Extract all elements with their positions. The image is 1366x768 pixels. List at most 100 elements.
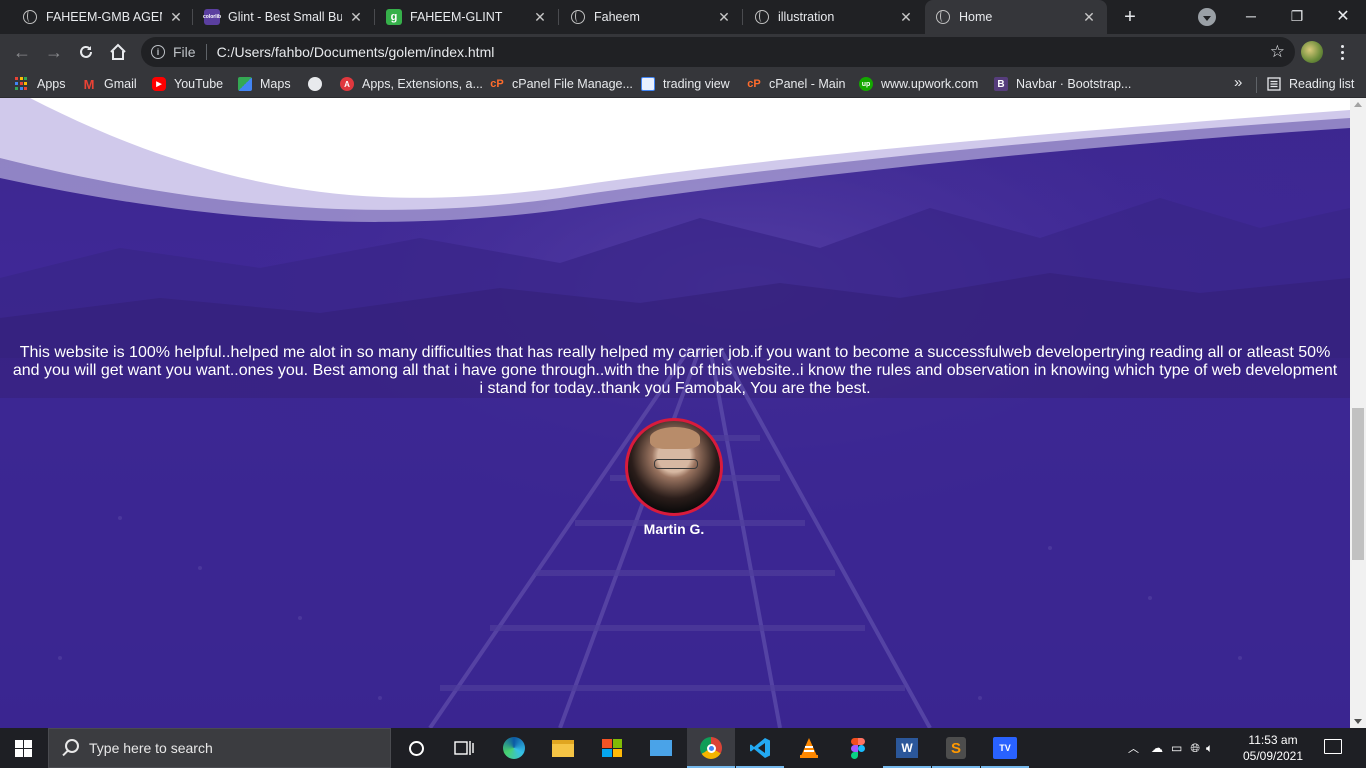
tab-strip: FAHEEM-GMB AGENCY ✕ colorlib Glint - Bes… [0, 0, 1366, 34]
store-icon[interactable] [598, 734, 626, 762]
bookmark-adobe-apps[interactable]: A Apps, Extensions, a... [340, 74, 483, 94]
taskbar-search-input[interactable]: Type here to search [48, 728, 391, 768]
colorlib-icon: colorlib [203, 9, 221, 25]
vscode-icon[interactable] [746, 734, 774, 762]
apps-grid-icon [15, 77, 29, 91]
scrollbar-thumb[interactable] [1352, 408, 1364, 560]
word-icon[interactable]: W [893, 734, 921, 762]
windows-start-icon[interactable] [15, 740, 32, 757]
tab-title: illustration [778, 10, 835, 24]
youtube-icon: ▶ [152, 77, 166, 91]
chevron-up-icon[interactable]: ︿ [1128, 740, 1139, 756]
file-explorer-icon[interactable] [549, 734, 577, 762]
mail-icon[interactable] [647, 734, 675, 762]
bookmarks-bar: Apps M Gmail ▶ YouTube Maps A Apps, Exte… [0, 70, 1366, 98]
bookmark-label: cPanel File Manage... [512, 77, 633, 91]
tradingview-icon[interactable]: TV [991, 734, 1019, 762]
bookmark-apps[interactable]: Apps [15, 74, 66, 94]
menu-dots-icon[interactable] [1336, 40, 1348, 64]
bookmark-cpanel-file[interactable]: cP cPanel File Manage... [490, 74, 633, 94]
bookmark-label: Maps [260, 77, 291, 91]
tab-faheem-gmb[interactable]: FAHEEM-GMB AGENCY ✕ [12, 0, 194, 34]
globe-icon [22, 9, 38, 25]
info-icon[interactable]: i [151, 45, 165, 59]
forward-button[interactable]: → [40, 38, 68, 66]
bookmark-globe[interactable] [308, 74, 330, 94]
bookmark-label: Apps [37, 77, 66, 91]
chrome-icon[interactable] [697, 734, 725, 762]
scroll-up-arrow-icon[interactable] [1354, 102, 1362, 107]
bookmark-bootstrap[interactable]: B Navbar · Bootstrap... [994, 74, 1131, 94]
bookmark-label: Apps, Extensions, a... [362, 77, 483, 91]
tab-search-button[interactable] [1198, 8, 1216, 26]
close-icon[interactable]: ✕ [168, 9, 184, 25]
tab-faheem[interactable]: Faheem ✕ [560, 0, 742, 34]
battery-icon[interactable]: ▭ [1171, 741, 1182, 755]
bookmark-trading-view[interactable]: trading view [641, 74, 730, 94]
close-window-button[interactable]: ✕ [1320, 0, 1366, 32]
author-name: Martin G. [643, 521, 705, 537]
globe-icon [570, 9, 586, 25]
figma-icon[interactable] [844, 734, 872, 762]
close-icon[interactable]: ✕ [1081, 9, 1097, 25]
bootstrap-icon: B [994, 77, 1008, 91]
close-icon[interactable]: ✕ [348, 9, 364, 25]
upwork-icon: up [859, 77, 873, 91]
clock-date: 05/09/2021 [1242, 749, 1304, 763]
taskbar-clock[interactable]: 11:53 am 05/09/2021 [1238, 732, 1308, 764]
edge-icon[interactable] [500, 734, 528, 762]
glitch-icon: g [386, 9, 402, 25]
railway-background [0, 98, 1350, 728]
more-bookmarks-button[interactable]: » [1234, 74, 1242, 91]
browser-toolbar: ← → i File C:/Users/fahbo/Documents/gole… [0, 34, 1366, 70]
image-icon [641, 77, 655, 91]
close-icon[interactable]: ✕ [716, 9, 732, 25]
home-icon [110, 43, 126, 60]
back-button[interactable]: ← [8, 38, 36, 66]
tab-glint[interactable]: colorlib Glint - Best Small Business ✕ [194, 0, 374, 34]
system-tray: ︿ ☁ ▭ 🌐︎ 🔈︎ [1128, 728, 1213, 768]
restore-button[interactable]: ❐ [1274, 0, 1320, 32]
volume-icon[interactable]: 🔈︎ [1206, 741, 1213, 756]
globe-icon [308, 77, 322, 91]
globe-icon [935, 9, 951, 25]
close-icon[interactable]: ✕ [898, 9, 914, 25]
bookmark-label: Navbar · Bootstrap... [1016, 77, 1132, 91]
home-button[interactable] [104, 38, 132, 66]
close-icon[interactable]: ✕ [532, 9, 548, 25]
bookmark-cpanel-main[interactable]: cP cPanel - Main [747, 74, 845, 94]
vlc-icon[interactable] [795, 734, 823, 762]
url-text[interactable]: C:/Users/fahbo/Documents/golem/index.htm… [217, 44, 495, 60]
bookmark-label: YouTube [174, 77, 224, 91]
bookmark-label: Gmail [104, 77, 137, 91]
cortana-icon[interactable] [402, 734, 430, 762]
bookmark-upwork[interactable]: up www.upwork.com [859, 74, 978, 94]
address-bar[interactable]: i File C:/Users/fahbo/Documents/golem/in… [141, 37, 1295, 67]
tab-illustration[interactable]: illustration ✕ [744, 0, 924, 34]
page-viewport: This website is 100% helpful..helped me … [0, 98, 1350, 728]
minimize-button[interactable]: ─ [1228, 0, 1274, 32]
notification-center-icon[interactable] [1324, 739, 1342, 754]
task-view-icon[interactable] [450, 734, 478, 762]
tab-faheem-glint[interactable]: g FAHEEM-GLINT ✕ [376, 0, 558, 34]
reload-button[interactable] [72, 38, 100, 66]
bookmark-star-icon[interactable]: ☆ [1270, 42, 1285, 62]
new-tab-button[interactable]: + [1118, 5, 1142, 29]
reading-list-label: Reading list [1289, 77, 1355, 91]
bookmark-label: www.upwork.com [881, 77, 979, 91]
bookmark-maps[interactable]: Maps [238, 74, 291, 94]
onedrive-icon[interactable]: ☁ [1151, 741, 1163, 755]
bookmark-label: cPanel - Main [769, 77, 846, 91]
network-icon[interactable]: 🌐︎ [1190, 741, 1200, 756]
sublime-icon[interactable]: S [942, 734, 970, 762]
bookmark-gmail[interactable]: M Gmail [82, 74, 137, 94]
bookmark-youtube[interactable]: ▶ YouTube [152, 74, 223, 94]
adobe-icon: A [340, 77, 354, 91]
tab-home[interactable]: Home ✕ [925, 0, 1107, 34]
reading-list-button[interactable]: Reading list [1267, 74, 1354, 94]
vertical-scrollbar[interactable] [1350, 98, 1366, 728]
maps-icon [238, 77, 252, 91]
profile-avatar[interactable] [1301, 41, 1323, 63]
bookmark-label: trading view [663, 77, 730, 91]
scroll-down-arrow-icon[interactable] [1354, 719, 1362, 724]
